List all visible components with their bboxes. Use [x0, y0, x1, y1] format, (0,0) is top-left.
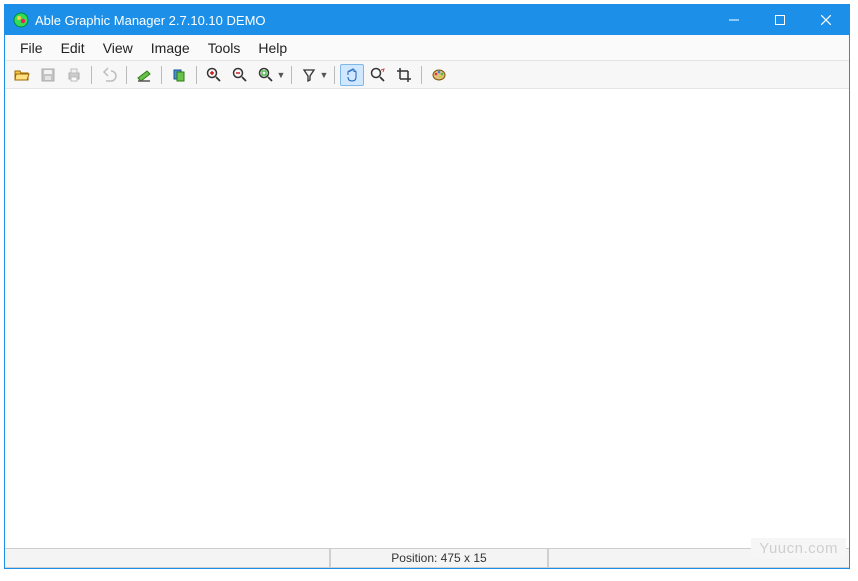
- separator: [421, 66, 422, 84]
- menu-help[interactable]: Help: [249, 38, 296, 58]
- menu-view[interactable]: View: [94, 38, 142, 58]
- watermark: Yuucn.com: [751, 538, 846, 559]
- separator: [334, 66, 335, 84]
- menu-image[interactable]: Image: [142, 38, 199, 58]
- open-button[interactable]: [10, 64, 34, 86]
- zoom-out-button[interactable]: [228, 64, 252, 86]
- status-position: Position: 475 x 15: [330, 549, 548, 568]
- rotate-button[interactable]: [167, 64, 191, 86]
- app-window: Able Graphic Manager 2.7.10.10 DEMO File…: [4, 4, 850, 569]
- toolbar: ▼ ▼: [5, 61, 849, 89]
- close-button[interactable]: [803, 5, 849, 35]
- zoom-region-button[interactable]: [366, 64, 390, 86]
- titlebar: Able Graphic Manager 2.7.10.10 DEMO: [5, 5, 849, 35]
- filter-dropdown[interactable]: ▼: [320, 70, 328, 80]
- separator: [161, 66, 162, 84]
- menu-file[interactable]: File: [11, 38, 52, 58]
- zoom-fit-button[interactable]: [254, 64, 278, 86]
- palette-button[interactable]: [427, 64, 451, 86]
- app-icon: [13, 12, 29, 28]
- menu-edit[interactable]: Edit: [52, 38, 94, 58]
- menu-tools[interactable]: Tools: [199, 38, 250, 58]
- undo-button[interactable]: [97, 64, 121, 86]
- minimize-button[interactable]: [711, 5, 757, 35]
- save-button[interactable]: [36, 64, 60, 86]
- window-controls: [711, 5, 849, 35]
- filter-button[interactable]: [297, 64, 321, 86]
- crop-button[interactable]: [392, 64, 416, 86]
- separator: [291, 66, 292, 84]
- status-pane-1: [5, 549, 330, 568]
- maximize-button[interactable]: [757, 5, 803, 35]
- menubar: File Edit View Image Tools Help: [5, 35, 849, 61]
- zoom-in-button[interactable]: [202, 64, 226, 86]
- separator: [126, 66, 127, 84]
- canvas-area[interactable]: [5, 89, 849, 548]
- zoom-dropdown[interactable]: ▼: [277, 70, 285, 80]
- separator: [196, 66, 197, 84]
- separator: [91, 66, 92, 84]
- print-button[interactable]: [62, 64, 86, 86]
- statusbar: Position: 475 x 15: [5, 548, 849, 568]
- hand-tool-button[interactable]: [340, 64, 364, 86]
- window-title: Able Graphic Manager 2.7.10.10 DEMO: [35, 13, 711, 28]
- scanner-button[interactable]: [132, 64, 156, 86]
